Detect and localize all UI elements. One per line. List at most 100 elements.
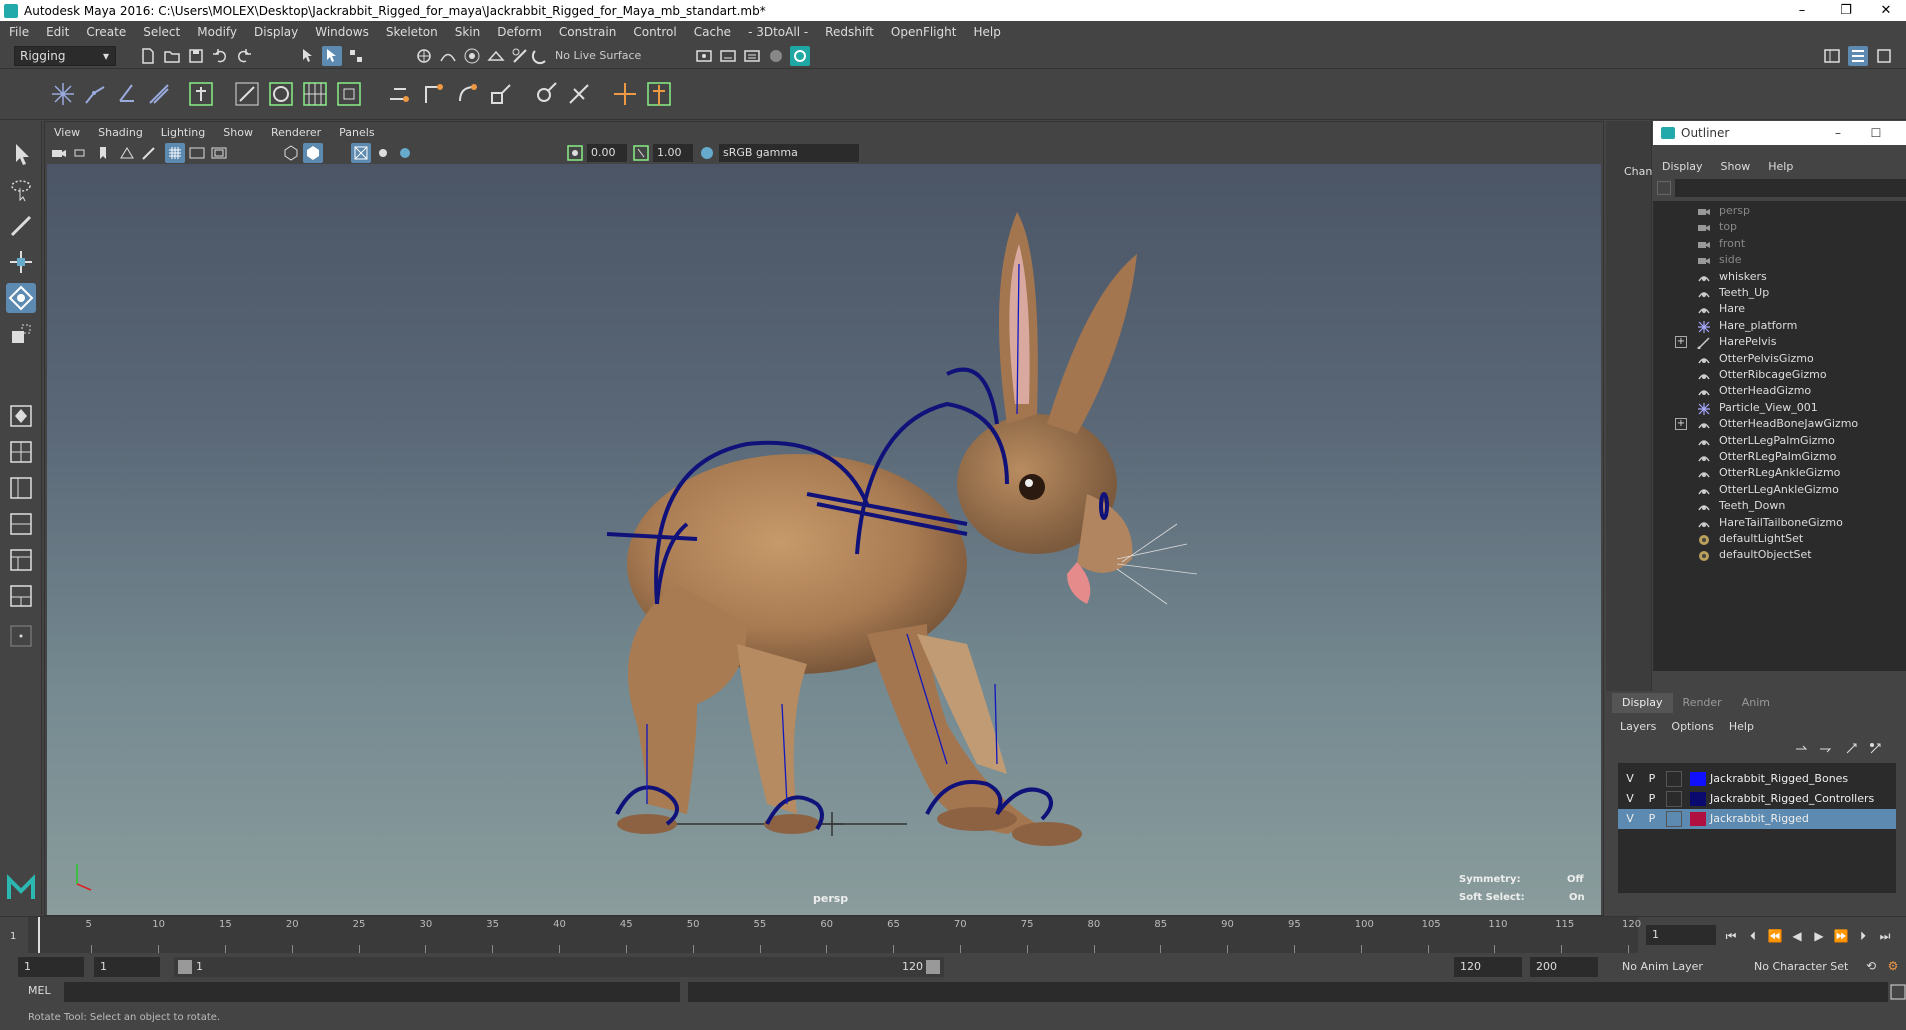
- grid-toggle-icon[interactable]: [165, 143, 185, 163]
- menu-9[interactable]: Deform: [488, 25, 550, 39]
- bind-skin-icon[interactable]: [144, 79, 174, 109]
- cluster-icon[interactable]: [334, 79, 364, 109]
- wireframe-icon[interactable]: [281, 143, 301, 163]
- layer-color-swatch[interactable]: [1690, 772, 1706, 786]
- quick-rig-icon[interactable]: [186, 79, 216, 109]
- paint-select-tool-icon[interactable]: [6, 211, 36, 241]
- single-perspective-layout-icon[interactable]: [6, 401, 36, 431]
- layer-display-type-toggle[interactable]: [1666, 771, 1682, 787]
- menu-10[interactable]: Constrain: [550, 25, 625, 39]
- scale-constraint-icon[interactable]: [486, 79, 516, 109]
- make-live-icon[interactable]: [510, 46, 530, 66]
- view-transform-dropdown[interactable]: sRGB gamma: [719, 144, 859, 162]
- viewport-menu-5[interactable]: Panels: [330, 126, 383, 139]
- layer-color-swatch[interactable]: [1690, 792, 1706, 806]
- aim-constraint-icon[interactable]: [530, 79, 560, 109]
- toggle-outliner-icon[interactable]: [1848, 46, 1868, 66]
- layer-menu-1[interactable]: Options: [1671, 717, 1728, 737]
- rotate-tool-icon[interactable]: [6, 283, 36, 313]
- ik-spline-icon[interactable]: [112, 79, 142, 109]
- menu-6[interactable]: Windows: [306, 25, 377, 39]
- smooth-shade-icon[interactable]: [303, 143, 323, 163]
- layer-playback-toggle[interactable]: P: [1644, 811, 1660, 827]
- layer-color-swatch[interactable]: [1690, 812, 1706, 826]
- close-button[interactable]: ✕: [1864, 0, 1906, 21]
- menu-5[interactable]: Display: [245, 25, 306, 39]
- locator-icon[interactable]: [610, 79, 640, 109]
- layer-menu-0[interactable]: Layers: [1620, 717, 1671, 737]
- select-component-icon[interactable]: [346, 46, 366, 66]
- live-surface-field[interactable]: No Live Surface: [551, 46, 656, 66]
- outliner-menu-2[interactable]: Help: [1759, 157, 1802, 177]
- layer-display-type-toggle[interactable]: [1666, 791, 1682, 807]
- hik-character-icon[interactable]: [644, 79, 674, 109]
- layer-row[interactable]: V P Jackrabbit_Rigged_Controllers: [1618, 789, 1896, 809]
- shadows-icon[interactable]: [395, 143, 415, 163]
- parent-constraint-icon[interactable]: [384, 79, 414, 109]
- restore-button[interactable]: ❐: [1824, 0, 1868, 21]
- outliner-search-input[interactable]: [1675, 179, 1906, 197]
- menu-0[interactable]: File: [0, 25, 37, 39]
- toggle-attribute-editor-icon[interactable]: [1874, 46, 1894, 66]
- script-editor-icon[interactable]: [1888, 982, 1906, 1002]
- menu-13[interactable]: - 3DtoAll -: [739, 25, 816, 39]
- playback-end-field[interactable]: 120: [1454, 957, 1522, 977]
- current-time-indicator[interactable]: [38, 917, 40, 953]
- viewport-menu-2[interactable]: Lighting: [152, 126, 214, 139]
- snap-point-icon[interactable]: [462, 46, 482, 66]
- expand-icon[interactable]: +: [1675, 336, 1687, 349]
- range-bar[interactable]: 1 120: [174, 957, 944, 977]
- pole-vector-constraint-icon[interactable]: [564, 79, 594, 109]
- exposure-icon[interactable]: [565, 143, 585, 163]
- perspective-viewport[interactable]: persp Symmetry: Off Soft Select: On: [47, 164, 1601, 915]
- expand-icon[interactable]: +: [1675, 418, 1687, 431]
- menu-11[interactable]: Control: [624, 25, 684, 39]
- workspace-icon[interactable]: [1822, 46, 1842, 66]
- new-scene-icon[interactable]: [138, 46, 158, 66]
- layer-playback-toggle[interactable]: P: [1644, 771, 1660, 787]
- layer-tab-1[interactable]: Render: [1673, 693, 1732, 713]
- step-forward-frame-icon[interactable]: ⏵: [1854, 927, 1872, 945]
- move-layer-up-icon[interactable]: [1792, 739, 1812, 759]
- scale-tool-icon[interactable]: [6, 319, 36, 349]
- open-scene-icon[interactable]: [162, 46, 182, 66]
- layer-display-type-toggle[interactable]: [1666, 811, 1682, 827]
- ipr-render-icon[interactable]: [718, 46, 738, 66]
- snap-curve-icon[interactable]: [438, 46, 458, 66]
- play-backwards-icon[interactable]: ◀: [1788, 927, 1806, 945]
- menu-12[interactable]: Cache: [685, 25, 739, 39]
- go-to-end-icon[interactable]: ⏭: [1876, 927, 1894, 945]
- menu-set-dropdown[interactable]: Rigging: [14, 46, 116, 66]
- new-layer-from-selected-icon[interactable]: [1866, 739, 1886, 759]
- new-empty-layer-icon[interactable]: [1842, 739, 1862, 759]
- lattice-icon[interactable]: [300, 79, 330, 109]
- paint-weights-icon[interactable]: [266, 79, 296, 109]
- menu-3[interactable]: Select: [134, 25, 188, 39]
- layer-visibility-toggle[interactable]: V: [1622, 811, 1638, 827]
- snap-view-plane-icon[interactable]: [486, 46, 506, 66]
- layer-visibility-toggle[interactable]: V: [1622, 791, 1638, 807]
- layer-row[interactable]: V P Jackrabbit_Rigged_Bones: [1618, 769, 1896, 789]
- redshift-render-view-icon[interactable]: [790, 46, 810, 66]
- viewport-menu-1[interactable]: Shading: [89, 126, 152, 139]
- character-set-dropdown[interactable]: No Character Set: [1748, 957, 1858, 977]
- layer-menu-2[interactable]: Help: [1729, 717, 1769, 737]
- outliner-menu-0[interactable]: Display: [1653, 157, 1712, 177]
- time-ruler[interactable]: 5 10 15 20 25 30 35 40 45 50 55 60 65 70 75 80 85 90 95 100…: [28, 917, 1641, 953]
- move-layer-down-icon[interactable]: [1816, 739, 1836, 759]
- auto-key-icon[interactable]: ⟲: [1862, 957, 1880, 975]
- persp-node-editor-layout-icon[interactable]: [6, 581, 36, 611]
- snap-grid-icon[interactable]: [414, 46, 434, 66]
- viewport-menu-4[interactable]: Renderer: [262, 126, 330, 139]
- bookmarks-icon[interactable]: [93, 143, 113, 163]
- lasso-tool-icon[interactable]: [6, 175, 36, 205]
- create-joint-icon[interactable]: [48, 79, 78, 109]
- outliner-maximize-icon[interactable]: ☐: [1861, 121, 1891, 145]
- select-tool-icon[interactable]: [6, 139, 36, 169]
- range-end-handle[interactable]: [926, 960, 940, 974]
- hypershade-icon[interactable]: [766, 46, 786, 66]
- layer-playback-toggle[interactable]: P: [1644, 791, 1660, 807]
- range-start-handle[interactable]: [178, 960, 192, 974]
- grease-pencil-icon[interactable]: [139, 143, 159, 163]
- magnet-icon[interactable]: [530, 46, 550, 66]
